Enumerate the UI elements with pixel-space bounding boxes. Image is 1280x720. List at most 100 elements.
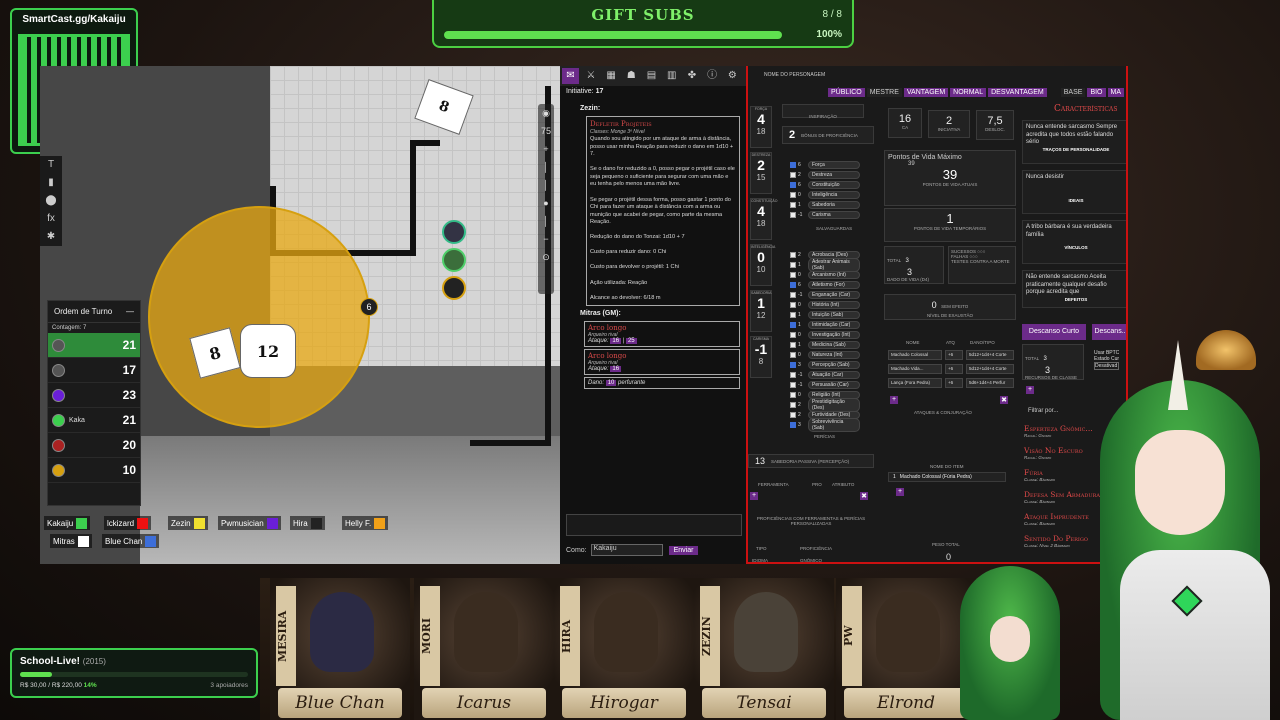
proficiency-checkbox[interactable] [790, 382, 796, 388]
weapon-row[interactable]: Lança (Fora Pedra) +6 5d6+1d4+4 Perfur [888, 378, 1017, 388]
skill-row[interactable]: 1 Medicina (Sab) [790, 340, 860, 350]
weapon-damage[interactable]: 5d6+1d4+4 Perfur [966, 378, 1014, 388]
area-of-effect-circle[interactable] [148, 206, 370, 428]
chat-message-input[interactable] [566, 514, 742, 536]
turn-row[interactable]: 10 [48, 458, 140, 483]
saving-throw-row[interactable]: 2 Destreza [790, 170, 860, 180]
tab-master[interactable]: MESTRE [866, 88, 902, 97]
saving-throw-row[interactable]: 0 Inteligência [790, 190, 860, 200]
hp-current-value[interactable]: 39 [888, 167, 1012, 182]
zoom-slider-track[interactable]: │ [538, 176, 554, 194]
weapon-attack[interactable]: +6 [945, 364, 963, 374]
proficiency-checkbox[interactable] [790, 402, 796, 408]
proficiency-checkbox[interactable] [790, 322, 796, 328]
ability-score[interactable]: 12 [751, 311, 771, 320]
tab-public[interactable]: PÚBLICO [828, 88, 865, 97]
player-entry[interactable]: Blue Chan [102, 534, 160, 548]
skill-row[interactable]: 0 Natureza (Int) [790, 350, 860, 360]
player-entry[interactable]: Hira [290, 516, 325, 530]
skill-row[interactable]: 0 Investigação (Int) [790, 330, 860, 340]
magic-tool-icon[interactable]: ✱ [40, 228, 62, 246]
damage-value[interactable]: 10 [605, 380, 617, 387]
skill-row[interactable]: 2 Prestidigitação (Des) [790, 398, 860, 412]
proficiency-checkbox[interactable] [790, 282, 796, 288]
proficiency-checkbox[interactable] [790, 162, 796, 168]
proficiency-checkbox[interactable] [790, 362, 796, 368]
eye-icon[interactable]: ◉ [538, 104, 554, 122]
inventory-row[interactable]: 1 Machado Colossal (Fúria Pedra) [888, 472, 1006, 482]
weapon-attack[interactable]: +6 [945, 350, 963, 360]
actors-tab-icon[interactable]: ☗ [623, 68, 640, 84]
player-color-swatch[interactable] [193, 517, 205, 529]
ability-score[interactable]: 10 [751, 265, 771, 274]
chat-tab-icon[interactable]: ✉ [562, 68, 580, 84]
add-item-button[interactable]: + [896, 488, 904, 496]
character-token[interactable] [442, 248, 466, 272]
tables-tab-icon[interactable]: ✤ [683, 68, 700, 84]
skill-row[interactable]: -1 Atuação (Car) [790, 370, 860, 380]
add-tool-button[interactable]: + [750, 492, 758, 500]
proficiency-checkbox[interactable] [790, 422, 796, 428]
attack-roll-value[interactable]: 16 [610, 338, 622, 345]
text-tool-icon[interactable]: T [40, 156, 62, 174]
player-entry[interactable]: Kakaiju [44, 516, 91, 530]
trait-flaws[interactable]: Não entende sarcasmo Aceita praticamente… [1022, 270, 1126, 308]
proficiency-checkbox[interactable] [790, 302, 796, 308]
weapon-attack[interactable]: +6 [945, 378, 963, 388]
turn-row[interactable]: 23 [48, 383, 140, 408]
tab-bio[interactable]: BIO [1087, 88, 1106, 97]
turn-row[interactable]: Kaka 21 [48, 408, 140, 433]
send-button[interactable]: Enviar [668, 545, 699, 555]
weapon-damage[interactable]: 5d12+1d4+4 Corte [966, 364, 1014, 374]
draw-tool-icon[interactable]: ▮ [40, 174, 62, 192]
player-color-swatch[interactable] [145, 535, 157, 547]
weapon-row[interactable]: Machado Colossal (Fo...+65d12+1d4+4 Cort… [888, 350, 1017, 360]
skill-row[interactable]: 3 Sobrevivência (Sab) [790, 418, 860, 432]
trait-personality[interactable]: Nunca entende sarcasmo Sempre acredita q… [1022, 120, 1126, 164]
zoom-out-icon[interactable]: − [538, 230, 554, 248]
zoom-slider[interactable]: │ [538, 158, 554, 176]
skill-row[interactable]: -1 Persuasão (Car) [790, 380, 860, 390]
journal-tab-icon[interactable]: ▥ [663, 68, 680, 84]
saving-throw-row[interactable]: 6 Constituição [790, 180, 860, 190]
proficiency-checkbox[interactable] [790, 352, 796, 358]
proficiency-checkbox[interactable] [790, 292, 796, 298]
character-token[interactable] [442, 276, 466, 300]
player-entry[interactable]: Mitras [50, 534, 92, 548]
player-entry[interactable]: Pwmusician [218, 516, 281, 530]
player-color-swatch[interactable] [137, 517, 149, 529]
player-entry[interactable]: lckizard [104, 516, 152, 530]
ability-score[interactable]: 18 [751, 127, 771, 136]
ability-score[interactable]: 15 [751, 173, 771, 182]
class-feature[interactable]: Sentido Do Perigo Classe: Nível 2 Bárbaro [1024, 534, 1088, 548]
trait-bonds[interactable]: A tribo bárbara é sua verdadeira família… [1022, 220, 1126, 264]
tab-normal[interactable]: NORMAL [950, 88, 987, 97]
character-token[interactable] [442, 220, 466, 244]
saving-throw-row[interactable]: 1 Sabedoria [790, 200, 860, 210]
tab-advantage[interactable]: VANTAGEM [903, 88, 949, 97]
turn-row[interactable]: 21 [48, 333, 140, 358]
proficiency-checkbox[interactable] [790, 342, 796, 348]
saving-throw-row[interactable]: -1 Carisma [790, 210, 860, 220]
skill-row[interactable]: 1 Adestrar Animais (Sab) [790, 258, 860, 272]
tab-base[interactable]: BASE [1060, 88, 1086, 97]
player-color-swatch[interactable] [266, 517, 278, 529]
tab-disadvantage[interactable]: DESVANTAGEM [988, 88, 1047, 97]
proficiency-checkbox[interactable] [790, 332, 796, 338]
speak-as-select[interactable]: Kakaiju [590, 544, 663, 556]
trait-ideals[interactable]: Nunca desistir IDEAIS [1022, 170, 1126, 214]
hit-dice-value[interactable]: 3 [907, 267, 941, 277]
scenes-tab-icon[interactable]: ▦ [602, 68, 619, 84]
shape-tool-icon[interactable]: ⬤ [40, 192, 62, 210]
proficiency-checkbox[interactable] [790, 252, 796, 258]
attack-roll-value[interactable]: 16 [610, 366, 622, 373]
skill-row[interactable]: 0 História (Int) [790, 300, 860, 310]
add-feature-button[interactable]: + [1026, 386, 1034, 394]
skill-row[interactable]: 6 Atletismo (For) [790, 280, 860, 290]
zoom-slider-track[interactable]: │ [538, 212, 554, 230]
player-entry[interactable]: Zezin [168, 516, 208, 530]
items-tab-icon[interactable]: ▤ [643, 68, 660, 84]
skill-row[interactable]: 1 Intuição (Sab) [790, 310, 860, 320]
resource-value[interactable]: 3 [1045, 365, 1081, 375]
exhaustion-value[interactable]: 0 [932, 300, 937, 310]
